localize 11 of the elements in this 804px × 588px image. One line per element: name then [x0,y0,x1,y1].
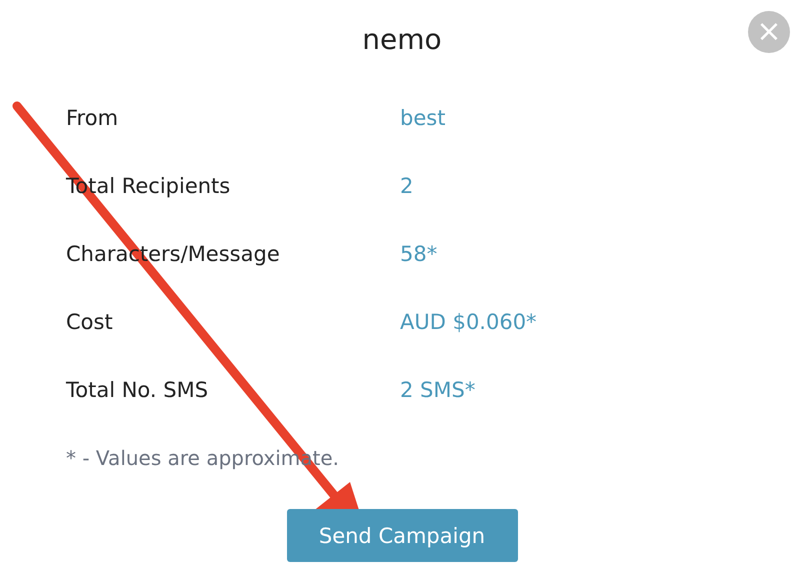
field-value: 2 [400,174,414,198]
field-label: Cost [66,310,114,334]
field-value: best [400,106,446,130]
field-value: 58* [400,242,438,266]
field-label: Total No. SMS [66,378,210,402]
field-value: AUD $0.060* [400,310,537,334]
send-campaign-button[interactable]: Send Campaign [286,509,518,562]
field-value: 2 SMS* [400,378,476,402]
close-button[interactable]: × [748,11,790,53]
dialog-title: nemo [362,22,442,58]
field-label: From [66,106,120,130]
